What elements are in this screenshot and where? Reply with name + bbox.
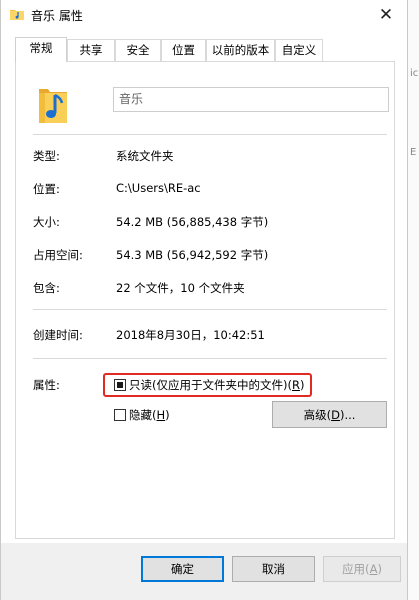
type-label: 类型: bbox=[33, 149, 60, 163]
created-value: 2018年8月30日，10:42:51 bbox=[116, 328, 265, 342]
advanced-button[interactable]: 高级(D)... bbox=[272, 401, 387, 428]
hidden-label[interactable]: 隐藏(H) bbox=[129, 407, 170, 423]
size-on-disk-value: 54.3 MB (56,942,592 字节) bbox=[116, 248, 269, 262]
location-label: 位置: bbox=[33, 182, 60, 196]
background-text: ic bbox=[410, 68, 419, 79]
tab-sharing[interactable]: 共享 bbox=[67, 39, 115, 61]
tab-general[interactable]: 常规 bbox=[15, 37, 67, 62]
folder-name-field[interactable]: 音乐 bbox=[113, 87, 389, 112]
type-value: 系统文件夹 bbox=[116, 149, 174, 163]
tab-customize[interactable]: 自定义 bbox=[275, 39, 323, 61]
tab-security[interactable]: 安全 bbox=[115, 39, 161, 61]
cancel-button[interactable]: 取消 bbox=[232, 556, 315, 582]
location-value: C:\Users\RE-ac bbox=[116, 181, 201, 195]
window-title: 音乐 属性 bbox=[31, 9, 83, 23]
created-label: 创建时间: bbox=[33, 328, 83, 342]
divider bbox=[33, 309, 387, 310]
general-panel bbox=[15, 61, 395, 539]
close-button[interactable]: ✕ bbox=[365, 0, 407, 30]
music-folder-icon bbox=[39, 89, 67, 123]
divider bbox=[33, 358, 387, 359]
readonly-checkbox[interactable] bbox=[114, 379, 126, 391]
tab-previous-versions[interactable]: 以前的版本 bbox=[206, 39, 275, 61]
title-bar[interactable]: 音乐 属性 ✕ bbox=[1, 0, 407, 30]
tab-location[interactable]: 位置 bbox=[161, 39, 206, 61]
background-window: ic E bbox=[408, 0, 419, 600]
background-text: E bbox=[410, 147, 417, 158]
size-on-disk-label: 占用空间: bbox=[33, 248, 83, 262]
hidden-checkbox[interactable] bbox=[114, 409, 126, 421]
ok-button[interactable]: 确定 bbox=[141, 556, 224, 582]
folder-music-icon bbox=[10, 10, 24, 20]
contains-label: 包含: bbox=[33, 281, 60, 295]
readonly-label[interactable]: 只读(仅应用于文件夹中的文件)(R) bbox=[129, 377, 304, 393]
divider bbox=[33, 134, 387, 135]
contains-value: 22 个文件，10 个文件夹 bbox=[116, 281, 245, 295]
attributes-label: 属性: bbox=[33, 378, 60, 392]
apply-button[interactable]: 应用(A) bbox=[323, 556, 401, 582]
size-value: 54.2 MB (56,885,438 字节) bbox=[116, 215, 269, 229]
properties-dialog: 音乐 属性 ✕ 常规 共享 安全 位置 以前的版本 自定义 音乐 类型: 系统文… bbox=[0, 0, 408, 600]
size-label: 大小: bbox=[33, 215, 60, 229]
